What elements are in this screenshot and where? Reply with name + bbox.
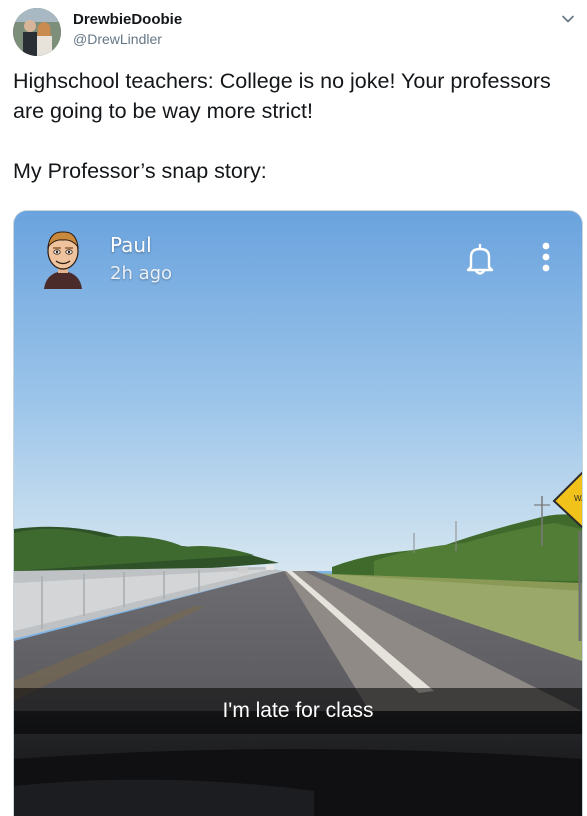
more-vertical-icon[interactable] xyxy=(536,241,556,281)
avatar[interactable] xyxy=(13,8,61,56)
tweet-card: DrewbieDoobie @DrewLindler Highschool te… xyxy=(0,0,587,816)
display-name[interactable]: DrewbieDoobie xyxy=(73,11,182,28)
snap-caption: I'm late for class xyxy=(222,699,374,722)
snap-user-name[interactable]: Paul xyxy=(110,233,152,257)
snap-story-image[interactable]: WAY Paul 2h ago xyxy=(13,210,583,816)
snap-timestamp: 2h ago xyxy=(110,263,173,284)
chevron-down-icon[interactable] xyxy=(561,12,575,26)
bell-icon[interactable] xyxy=(462,241,498,277)
bitmoji-avatar[interactable] xyxy=(38,227,88,289)
road-sign-text: WAY xyxy=(574,494,582,503)
tweet-text-paragraph-1: Highschool teachers: College is no joke!… xyxy=(13,69,551,123)
tweet-text-paragraph-2: My Professor’s snap story: xyxy=(13,159,267,183)
user-handle[interactable]: @DrewLindler xyxy=(73,31,162,47)
tweet-text: Highschool teachers: College is no joke!… xyxy=(13,66,568,186)
snap-caption-bar: I'm late for class xyxy=(14,688,582,734)
